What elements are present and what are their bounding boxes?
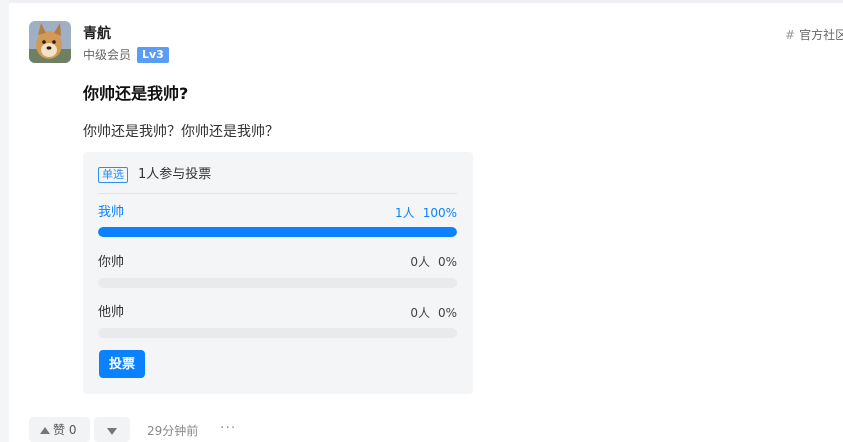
poll-option-percent: 100%: [422, 206, 457, 220]
vote-button[interactable]: 投票: [99, 350, 145, 378]
poll-option-stats: 0人 0%: [410, 305, 457, 321]
triangle-up-icon: [40, 427, 50, 434]
poll-option-count: 1人: [395, 206, 415, 220]
community-tag[interactable]: # 官方社区: [785, 27, 843, 43]
post-body: 你帅还是我帅？你帅还是我帅？: [83, 124, 279, 140]
post-timestamp: 29分钟前: [147, 424, 199, 438]
poll-option-track: [98, 328, 457, 338]
poll-option-percent: 0%: [437, 306, 457, 320]
poll-option-percent: 0%: [437, 255, 457, 269]
triangle-down-icon: [107, 428, 117, 435]
poll-option-fill: [98, 227, 457, 237]
poll-option-track: [98, 278, 457, 288]
poll-divider: [98, 193, 457, 194]
post-title: 你帅还是我帅?: [83, 84, 189, 103]
poll-card: 单选 1人参与投票 我帅 1人 100% 你帅 0人 0% 他帅 0人 0% 投票: [83, 152, 473, 394]
dog-avatar-icon: [29, 21, 71, 63]
poll-option-label: 你帅: [98, 255, 125, 270]
poll-option-count: 0人: [410, 255, 430, 269]
poll-type-badge: 单选: [98, 167, 128, 183]
poll-participants: 1人参与投票: [138, 167, 212, 182]
level-badge: Lv3: [137, 47, 169, 63]
ellipsis-icon[interactable]: ···: [220, 420, 236, 436]
top-divider: [0, 0, 843, 3]
dislike-button[interactable]: [94, 417, 130, 442]
poll-option-label: 我帅: [98, 205, 125, 220]
left-gutter: [0, 0, 9, 442]
poll-option-stats: 0人 0%: [410, 254, 457, 270]
poll-option-label: 他帅: [98, 305, 125, 320]
like-label: 赞 0: [53, 423, 77, 437]
author-avatar[interactable]: [29, 21, 71, 63]
like-button[interactable]: 赞 0: [29, 417, 90, 442]
poll-option-track: [98, 227, 457, 237]
poll-option-count: 0人: [410, 306, 430, 320]
author-name[interactable]: 青航: [83, 25, 111, 43]
hash-icon: #: [785, 28, 796, 42]
community-tag-label: 官方社区: [799, 28, 843, 42]
member-level: 中级会员: [83, 48, 132, 62]
poll-option-stats: 1人 100%: [395, 205, 457, 221]
